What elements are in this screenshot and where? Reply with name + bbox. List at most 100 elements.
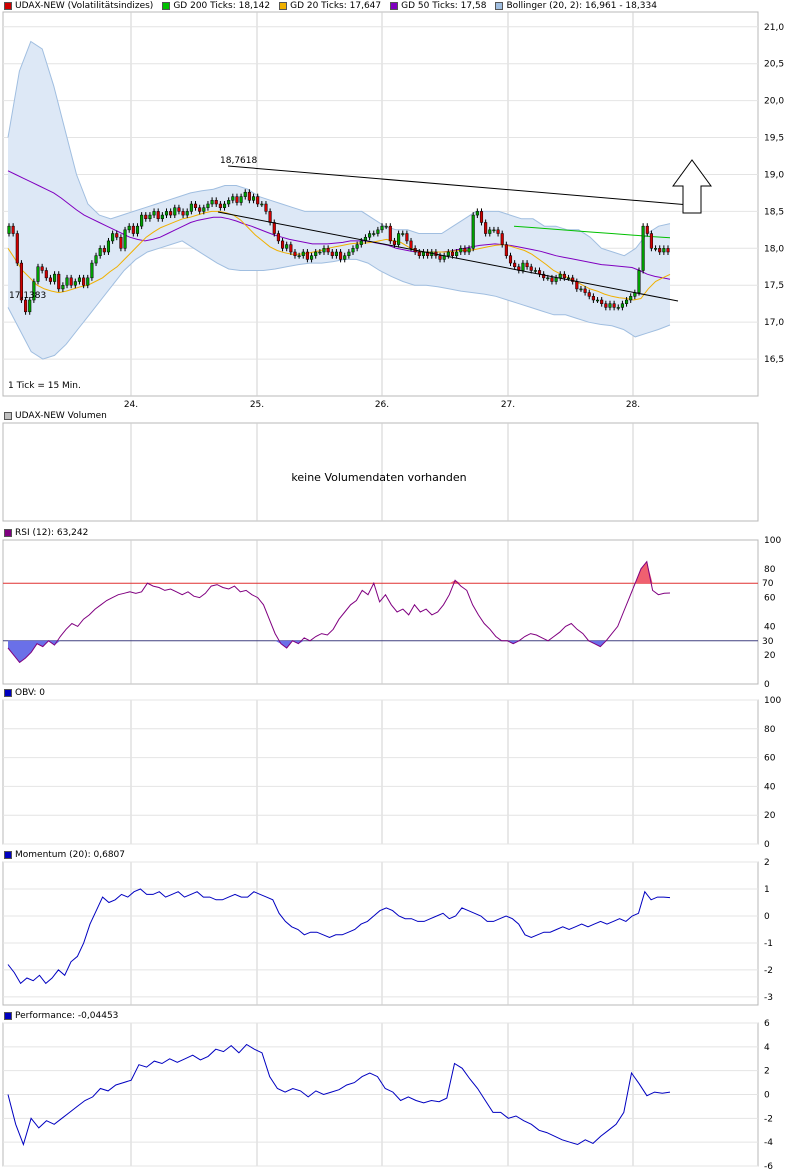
candle-body	[160, 214, 164, 220]
momentum-y-tick-label: -1	[764, 939, 773, 949]
low-label: 17,1383	[9, 291, 46, 301]
price-x-tick-label: 28.	[626, 400, 640, 410]
candle-body	[181, 211, 185, 216]
candle-body	[61, 284, 65, 290]
legend-label: Performance: -0,04453	[15, 1011, 119, 1021]
candle-body	[591, 296, 595, 301]
price-x-tick-label: 27.	[501, 400, 515, 410]
candle-body	[280, 240, 285, 249]
candle-body	[372, 233, 376, 235]
high-label: 18,7618	[220, 156, 257, 166]
candle-body	[500, 233, 504, 245]
candle-body	[135, 225, 140, 234]
candle-body	[583, 288, 587, 293]
candle-body	[339, 251, 343, 260]
obv-y-tick-label: 40	[764, 782, 776, 792]
momentum-y-tick-label: 1	[764, 885, 770, 895]
rsi-legend: RSI (12): 63,242	[4, 527, 97, 539]
momentum-line	[7, 888, 671, 985]
legend-bollinger: Bollinger (20, 2): 16,961 - 18,334	[495, 1, 657, 11]
candle-body	[616, 307, 620, 309]
candle-body	[177, 207, 181, 212]
candle-body	[409, 240, 413, 249]
rsi-y-tick-label: 40	[764, 622, 776, 632]
candle-body	[575, 281, 579, 290]
candle-body	[156, 211, 160, 220]
candle-body	[654, 248, 658, 250]
rsi-overbought-area	[8, 561, 670, 584]
candle-body	[326, 248, 330, 253]
candle-body	[140, 214, 144, 227]
legend-rsi: RSI (12): 63,242	[4, 528, 88, 538]
obv-y-tick-label: 60	[764, 754, 776, 764]
price-y-tick-label: 17,0	[764, 318, 784, 328]
candle-body	[330, 251, 334, 256]
candle-body	[144, 214, 148, 220]
candle-body	[504, 244, 508, 256]
candle-body	[392, 240, 397, 245]
candle-body	[525, 262, 529, 268]
performance-y-tick-label: 0	[764, 1091, 770, 1101]
candle-body	[496, 229, 500, 234]
candle-body	[401, 233, 405, 235]
candle-body	[86, 277, 90, 286]
candle-body	[152, 211, 156, 216]
candle-body	[222, 203, 227, 208]
legend-label: Bollinger (20, 2): 16,961 - 18,334	[506, 1, 657, 11]
legend-swatch	[495, 2, 504, 10]
price-y-tick-label: 20,5	[764, 60, 784, 70]
legend-volume: UDAX-NEW Volumen	[4, 411, 107, 421]
candle-body	[115, 233, 119, 238]
candle-body	[7, 225, 11, 234]
candle-body	[662, 248, 666, 253]
candle-body	[359, 240, 363, 245]
candle-body	[127, 225, 131, 231]
candle-body	[479, 211, 484, 223]
legend-momentum: Momentum (20): 0,6807	[4, 850, 125, 860]
candle-body	[57, 273, 61, 290]
candle-body	[521, 262, 525, 271]
momentum-y-tick-label: 2	[764, 858, 770, 868]
candle-body	[397, 233, 401, 245]
legend-label: OBV: 0	[15, 688, 46, 698]
candle-body	[310, 255, 314, 260]
candle-body	[293, 251, 297, 256]
candle-body	[164, 211, 169, 216]
candle-body	[77, 277, 82, 282]
legend-label: GD 50 Ticks: 17,58	[401, 1, 487, 11]
candle-body	[28, 299, 32, 313]
price-y-tick-label: 18,5	[764, 207, 784, 217]
candle-body	[446, 251, 450, 256]
candle-body	[123, 229, 127, 249]
price-y-tick-label: 17,5	[764, 281, 784, 291]
candle-body	[579, 288, 583, 291]
candle-body	[264, 203, 268, 212]
candle-body	[645, 225, 649, 234]
bollinger-band	[8, 41, 670, 360]
candle-body	[322, 248, 326, 253]
candle-body	[285, 244, 289, 249]
candle-body	[36, 266, 40, 282]
legend-performance: Performance: -0,04453	[4, 1011, 118, 1021]
candle-body	[111, 233, 115, 242]
candle-body	[388, 225, 392, 242]
rsi-line	[7, 560, 671, 664]
candle-body	[533, 270, 537, 272]
legend-gd50: GD 50 Ticks: 17,58	[390, 1, 486, 11]
price-x-tick-label: 25.	[250, 400, 264, 410]
legend-label: GD 20 Ticks: 17,647	[290, 1, 382, 11]
momentum-panel-frame	[2, 861, 759, 1006]
performance-y-tick-label: 6	[764, 1019, 770, 1029]
axis-layer: 21,0 20,5 20,0 19,5 19,0 18,5 18,0 17,5 17,0 16,5…	[8, 23, 784, 1172]
candle-body	[235, 196, 239, 203]
candle-body	[608, 303, 612, 308]
candle-body	[343, 255, 347, 260]
candle-body	[73, 281, 77, 286]
legend-label: GD 200 Ticks: 18,142	[173, 1, 271, 11]
candle-body	[102, 248, 106, 253]
grid-layer	[2, 11, 759, 1167]
rsi-y-tick-label: 80	[764, 565, 776, 575]
candle-body	[471, 214, 475, 249]
legend-swatch	[4, 1012, 12, 1020]
performance-y-tick-label: 4	[764, 1043, 770, 1053]
